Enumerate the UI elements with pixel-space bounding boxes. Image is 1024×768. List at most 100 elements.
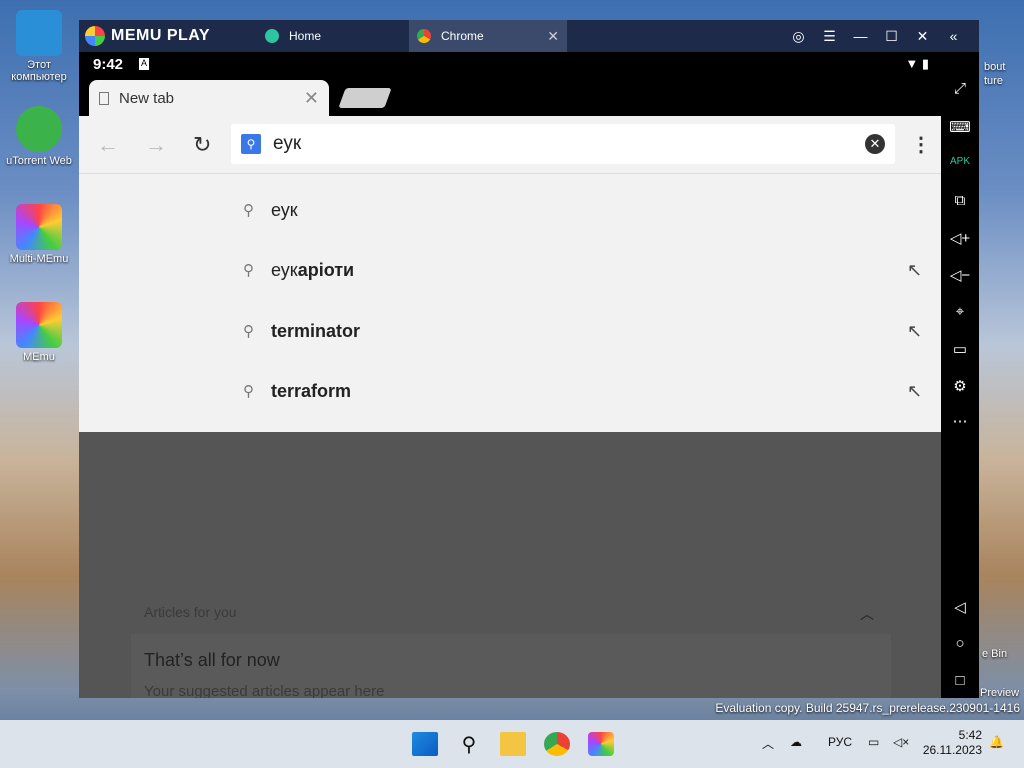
wifi-battery-icon: ▼ ▮ — [905, 56, 929, 71]
collapse-sidebar-icon[interactable]: « — [938, 28, 969, 44]
close-tab-icon[interactable]: ✕ — [304, 88, 319, 109]
search-icon[interactable]: ⚲ — [456, 732, 482, 756]
more-icon[interactable]: ⋯ — [941, 412, 979, 430]
suggestion-list: ⚲ еук ⚲ еукаріоти ↖ ⚲ terminator ↖ ⚲ ter… — [79, 174, 941, 432]
multi-window-icon[interactable]: ⧉ — [941, 192, 979, 209]
back-icon[interactable]: ◁ — [941, 598, 979, 616]
volume-muted-icon[interactable]: ◁× — [893, 735, 909, 749]
settings-icon[interactable]: ⚙ — [941, 377, 979, 395]
suggestion-text: terraform — [271, 380, 352, 401]
suggestion-item[interactable]: ⚲ еукаріоти ↖ — [79, 240, 941, 300]
back-arrow-icon[interactable]: ← — [97, 132, 119, 158]
chrome-tab-strip: New tab ✕ — [79, 78, 941, 116]
forward-arrow-icon[interactable]: → — [145, 132, 167, 158]
memu-brand: MEMU PLAY — [111, 27, 211, 44]
folder-icon[interactable]: ▭ — [941, 340, 979, 358]
suggestion-text: еук — [271, 199, 298, 220]
network-icon[interactable]: ☁ — [790, 735, 802, 749]
home-app-icon — [265, 29, 279, 43]
menu-icon[interactable]: ☰ — [814, 28, 845, 45]
home-icon[interactable]: ○ — [941, 635, 979, 652]
memu-logo: MEMU PLAY — [79, 26, 257, 46]
preview-label: Preview — [980, 687, 1020, 699]
suggestion-text: terminator — [271, 320, 361, 341]
location-icon[interactable]: ⌖ — [941, 303, 979, 320]
suggestion-item[interactable]: ⚲ еук — [79, 180, 941, 240]
tab-label: Home — [289, 29, 322, 43]
desktop-partial-label: ture — [984, 75, 1003, 87]
apk-icon[interactable]: APK — [941, 156, 979, 167]
language-indicator[interactable]: РУС — [828, 735, 852, 749]
refine-arrow-icon[interactable]: ↖ — [907, 381, 922, 402]
articles-header-label: Articles for you — [144, 604, 237, 620]
desktop-icon-label: Multi-MEmu — [9, 253, 69, 265]
system-clock[interactable]: 5:42 26.11.2023 — [923, 728, 982, 758]
android-screen: 9:42 A ▼ ▮ New tab ✕ ← → ↻ ⚲ ✕ ⋮ — [79, 52, 941, 698]
chevron-up-icon[interactable]: ︿ — [860, 604, 874, 624]
search-icon: ⚲ — [241, 134, 261, 154]
chrome-icon — [417, 29, 431, 43]
desktop-icon-memu[interactable]: MEmu — [1, 302, 77, 363]
search-icon: ⚲ — [243, 202, 254, 219]
tab-home[interactable]: Home — [257, 20, 409, 52]
omnibox[interactable]: ⚲ ✕ — [231, 124, 895, 164]
search-icon: ⚲ — [243, 262, 254, 279]
search-icon: ⚲ — [243, 323, 254, 340]
desktop-icon-multi-memu[interactable]: Multi-MEmu — [1, 204, 77, 265]
chrome-toolbar: ← → ↻ ⚲ ✕ ⋮ — [79, 116, 941, 174]
desktop-icon-label: Этот компьютер — [11, 59, 67, 83]
minimize-icon[interactable]: — — [845, 28, 876, 44]
recents-icon[interactable]: □ — [941, 672, 979, 689]
card-title: That’s all for now — [144, 650, 280, 670]
volume-up-icon[interactable]: ◁+ — [941, 229, 979, 247]
recycle-bin-label: e Bin — [982, 648, 1008, 660]
memu-logo-icon — [85, 26, 105, 46]
file-explorer-icon[interactable] — [500, 732, 526, 756]
reload-icon[interactable]: ↻ — [193, 132, 211, 158]
chrome-tab-new-tab[interactable]: New tab ✕ — [89, 80, 329, 116]
refine-arrow-icon[interactable]: ↖ — [907, 260, 922, 281]
search-icon: ⚲ — [243, 383, 254, 400]
tab-chrome[interactable]: Chrome ✕ — [409, 20, 567, 52]
maximize-icon[interactable]: ☐ — [876, 28, 907, 45]
memu-icon — [16, 302, 62, 348]
chrome-menu-icon[interactable]: ⋮ — [911, 132, 931, 157]
tab-label: Chrome — [441, 29, 484, 43]
desktop-icon-label: uTorrent Web — [6, 155, 72, 167]
desktop-icon-label: MEmu — [23, 351, 55, 363]
keyboard-icon[interactable]: ⌨ — [941, 118, 979, 136]
volume-down-icon[interactable]: ◁− — [941, 266, 979, 284]
account-icon[interactable]: ◎ — [783, 28, 814, 45]
suggestion-item[interactable]: ⚲ terminator ↖ — [79, 301, 941, 361]
close-icon[interactable]: ✕ — [907, 28, 938, 45]
new-tab-page-dimmed: Articles for you ︿ That’s all for now Yo… — [79, 432, 941, 698]
memu-titlebar: MEMU PLAY Home Chrome ✕ ◎ ☰ — ☐ ✕ « — [79, 20, 979, 52]
multi-memu-icon — [16, 204, 62, 250]
card-subtitle: Your suggested articles appear here — [144, 683, 385, 698]
display-icon[interactable]: ▭ — [868, 735, 879, 749]
articles-card: That’s all for now Your suggested articl… — [131, 634, 891, 698]
fullscreen-icon[interactable]: ⤢ — [941, 80, 979, 97]
taskbar: ⚲ ︿ ☁ РУС ▭ ◁× 5:42 26.11.2023 🔔 — [0, 720, 1024, 768]
memu-sidebar: ⤢ ⌨ APK ⧉ ◁+ ◁− ⌖ ▭ ⚙ ⋯ ◁ ○ □ — [941, 52, 979, 698]
notification-bell-icon[interactable]: 🔔 — [989, 735, 1004, 749]
start-icon[interactable] — [412, 732, 438, 756]
memu-taskbar-icon[interactable] — [588, 732, 614, 756]
notification-a-icon: A — [139, 58, 149, 70]
clear-input-icon[interactable]: ✕ — [865, 134, 885, 154]
articles-header: Articles for you ︿ — [144, 604, 874, 622]
status-time: 9:42 — [93, 56, 124, 73]
chrome-tab-title: New tab — [119, 89, 175, 107]
refine-arrow-icon[interactable]: ↖ — [907, 321, 922, 342]
clock-time: 5:42 — [958, 728, 982, 742]
close-tab-icon[interactable]: ✕ — [547, 28, 559, 45]
suggestion-item[interactable]: ⚲ terraform ↖ — [79, 361, 941, 421]
desktop-icon-utorrent[interactable]: uTorrent Web — [1, 106, 77, 167]
desktop-icon-this-pc[interactable]: Этот компьютер — [1, 10, 77, 83]
monitor-icon — [16, 10, 62, 56]
show-hidden-icons[interactable]: ︿ — [762, 735, 774, 752]
new-tab-button[interactable] — [338, 88, 392, 108]
utorrent-icon — [16, 106, 62, 152]
omnibox-input[interactable] — [273, 133, 865, 155]
chrome-icon[interactable] — [544, 732, 570, 756]
